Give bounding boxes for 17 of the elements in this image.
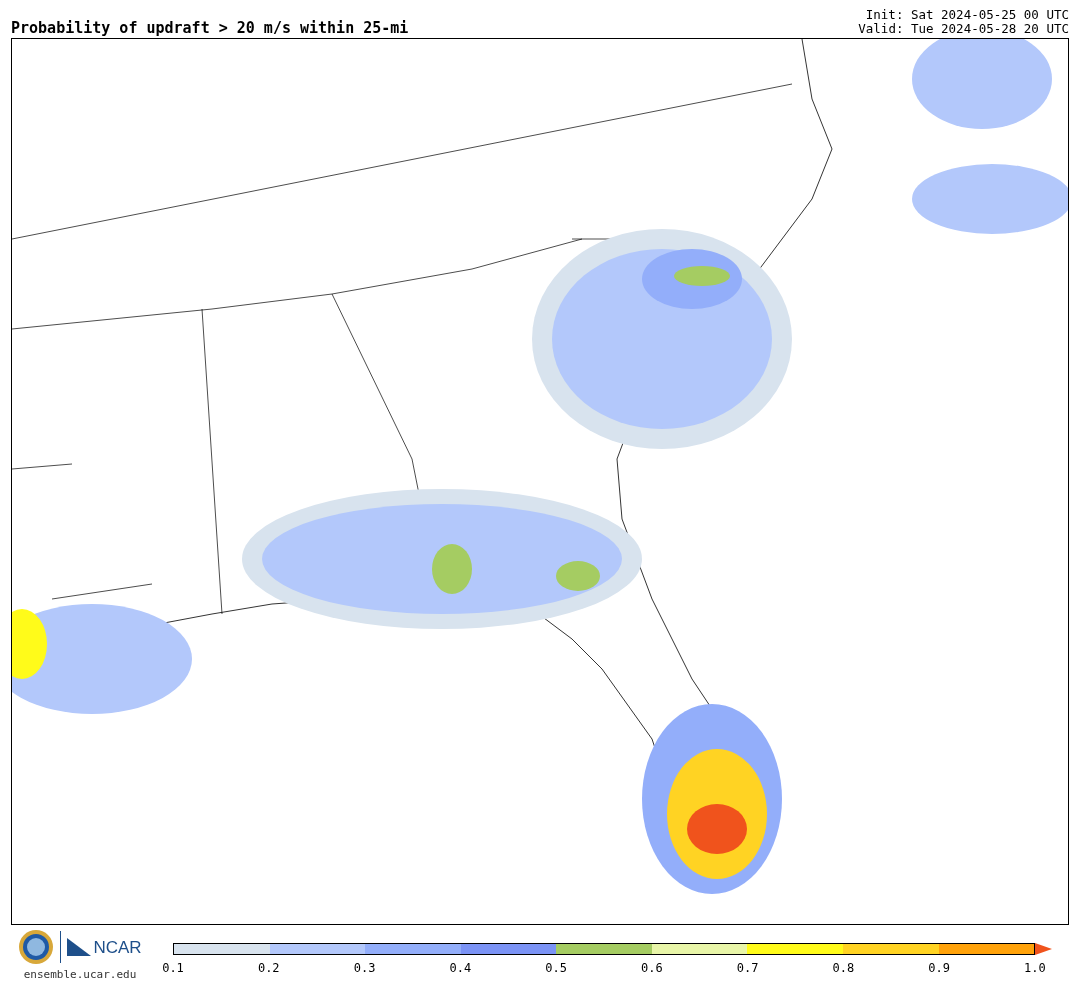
- tick-label: 0.8: [831, 960, 856, 977]
- tick-label: 0.2: [256, 960, 281, 977]
- site-url: ensemble.ucar.edu: [23, 967, 137, 983]
- tick-label: 0.1: [161, 960, 185, 977]
- tick-label: 0.9: [927, 960, 951, 977]
- ncar-logo-text: NCAR: [93, 938, 142, 956]
- tick-label: 0.6: [640, 960, 664, 977]
- tick-label: 0.4: [448, 960, 473, 977]
- seal-icon: [18, 929, 55, 965]
- tick-label: 0.3: [352, 960, 377, 977]
- tick-label: 1.0: [1023, 960, 1047, 977]
- tick-label: 0.7: [735, 960, 760, 977]
- chart-title: Probability of updraft > 20 m/s within 25-mi: [11, 21, 409, 36]
- init-time: Init: Sat 2024-05-25 00 UTC: [865, 8, 1069, 22]
- valid-time: Valid: Tue 2024-05-28 20 UTC: [858, 22, 1069, 36]
- triangle-logo-icon: [67, 938, 92, 956]
- tick-label: 0.5: [544, 960, 568, 977]
